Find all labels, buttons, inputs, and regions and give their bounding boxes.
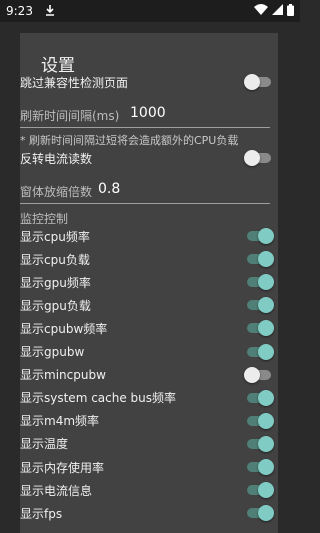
monitor-item-label: 显示cpu频率 [20,229,90,244]
window-scale-field[interactable]: 窗体放缩倍数 0.8 [20,179,270,204]
monitor-item-row[interactable]: 显示gpu负载 [20,296,278,314]
battery-icon [287,3,294,19]
monitor-item-switch[interactable] [246,482,274,499]
monitor-item-row[interactable]: 显示m4m频率 [20,412,278,430]
monitor-item-label: 显示gpu负载 [20,298,91,313]
refresh-interval-field[interactable]: 刷新时间间隔(ms) 1000 [20,103,270,128]
reverse-current-switch[interactable] [244,150,272,166]
monitor-item-switch[interactable] [244,366,272,383]
monitor-item-row[interactable]: 显示cpu负载 [20,250,278,268]
monitor-item-row[interactable]: 显示电流信息 [20,481,278,499]
monitor-item-switch[interactable] [246,435,274,452]
window-scale-value[interactable]: 0.8 [98,181,120,197]
refresh-note: * 刷新时间间隔过短将会造成额外的CPU负载 [20,134,239,147]
status-bar: 9:23 [0,0,300,22]
download-icon [45,5,55,17]
monitor-item-label: 显示温度 [20,437,69,452]
monitor-item-label: 显示mincpubw [20,368,106,383]
monitor-item-label: 显示system cache bus频率 [20,391,177,406]
window-scale-underline [20,203,270,204]
monitor-item-switch[interactable] [246,505,274,522]
refresh-interval-underline [20,127,270,128]
monitor-item-row[interactable]: 显示gpubw [20,343,278,361]
monitor-item-switch[interactable] [246,389,274,406]
skip-compat-row[interactable]: 跳过兼容性检测页面 [20,73,278,91]
monitor-item-switch[interactable] [246,228,274,244]
monitor-item-row[interactable]: 显示fps [20,504,278,522]
monitor-item-row[interactable]: 显示mincpubw [20,366,278,384]
monitor-item-label: 显示gpu频率 [20,275,91,290]
refresh-interval-label: 刷新时间间隔(ms) [20,109,120,123]
window-scale-label: 窗体放缩倍数 [20,185,93,199]
monitor-section-title: 监控控制 [20,212,69,226]
monitor-item-row[interactable]: 显示cpu频率 [20,227,278,245]
status-time: 9:23 [6,4,33,18]
monitor-item-switch[interactable] [246,274,274,291]
signal-icon [272,4,283,18]
reverse-current-row[interactable]: 反转电流读数 [20,149,278,167]
monitor-item-label: 显示cpubw频率 [20,321,108,336]
monitor-item-label: 显示fps [20,506,63,521]
skip-compat-switch[interactable] [244,74,272,90]
monitor-item-label: 显示内存使用率 [20,460,105,475]
monitor-item-label: 显示电流信息 [20,483,93,498]
refresh-interval-value[interactable]: 1000 [130,105,166,121]
monitor-item-switch[interactable] [246,297,274,314]
monitor-item-row[interactable]: 显示温度 [20,435,278,453]
monitor-item-switch[interactable] [246,320,274,337]
settings-dialog: 设置 跳过兼容性检测页面 刷新时间间隔(ms) 1000 * 刷新时间间隔过短将… [20,33,278,533]
monitor-item-row[interactable]: 显示system cache bus频率 [20,389,278,407]
monitor-item-switch[interactable] [246,459,274,475]
monitor-item-row[interactable]: 显示内存使用率 [20,458,278,476]
monitor-item-label: 显示cpu负载 [20,252,90,267]
monitor-item-switch[interactable] [246,251,274,268]
monitor-item-switch[interactable] [246,343,274,360]
monitor-item-label: 显示gpubw [20,345,85,359]
reverse-current-label: 反转电流读数 [20,151,93,166]
wifi-icon [254,4,268,18]
skip-compat-label: 跳过兼容性检测页面 [20,75,129,90]
monitor-item-label: 显示m4m频率 [20,414,100,429]
monitor-item-switch[interactable] [246,412,274,429]
monitor-item-row[interactable]: 显示gpu频率 [20,273,278,291]
monitor-item-row[interactable]: 显示cpubw频率 [20,319,278,337]
